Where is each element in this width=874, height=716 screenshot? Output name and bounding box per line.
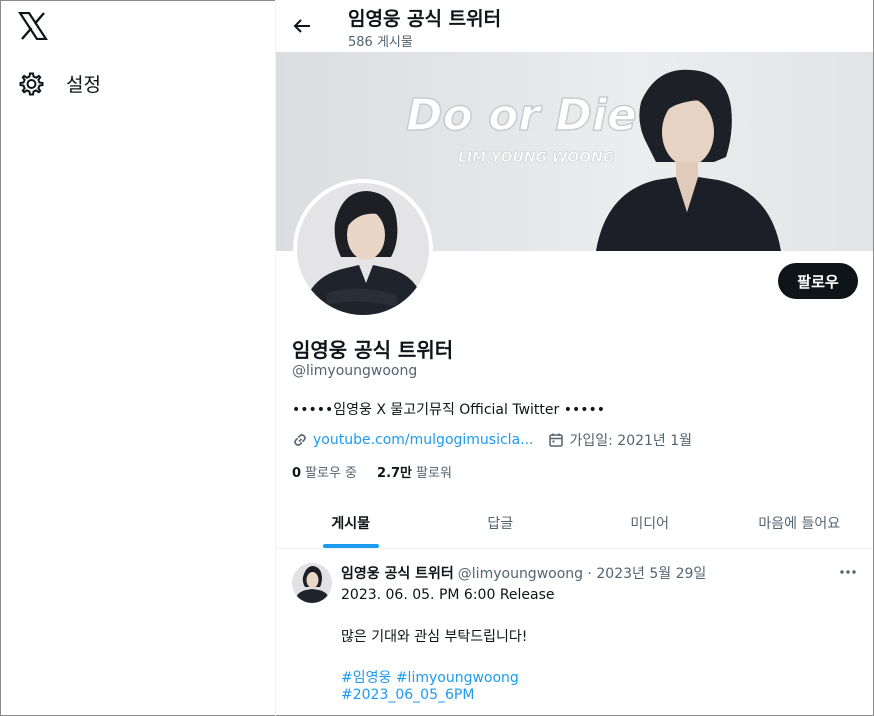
following-count: 0	[292, 466, 302, 481]
profile-website-link[interactable]: youtube.com/mulgogimusicla...	[313, 432, 534, 448]
profile-handle: @limyoungwoong	[292, 363, 418, 379]
post-author-avatar[interactable]	[292, 563, 332, 603]
post-hashtag-link[interactable]: #2023_06_05_6PM	[341, 687, 474, 703]
post-count: 586 게시물	[348, 35, 413, 50]
tab-label: 미디어	[630, 515, 670, 532]
left-navigation: 설정	[0, 0, 275, 716]
banner-photo	[596, 69, 781, 251]
post-item[interactable]: 임영웅 공식 트위터 @limyoungwoong · 2023년 5월 29일…	[276, 550, 873, 716]
profile-name: 임영웅 공식 트위터	[292, 338, 454, 362]
tab-label: 게시물	[331, 515, 371, 532]
profile-column: 임영웅 공식 트위터 586 게시물 Do or Die LIM YOUNG W…	[275, 0, 873, 716]
page-title: 임영웅 공식 트위터	[348, 8, 502, 30]
profile-header: 임영웅 공식 트위터 586 게시물	[276, 0, 873, 52]
tab-media[interactable]: 미디어	[575, 497, 725, 548]
x-logo-icon[interactable]	[18, 12, 48, 40]
follow-button[interactable]: 팔로우	[778, 263, 858, 299]
tab-posts[interactable]: 게시물	[276, 497, 426, 548]
followers-count: 2.7만	[377, 466, 413, 481]
post-hashtags[interactable]: #임영웅 #limyoungwoong	[341, 667, 519, 687]
nav-settings[interactable]: 설정	[18, 70, 101, 97]
followers-link[interactable]: 2.7만 팔로워	[377, 462, 452, 481]
profile-bio: •••••임영웅 X 물고기뮤직 Official Twitter •••••	[292, 402, 605, 418]
post-header: 임영웅 공식 트위터 @limyoungwoong · 2023년 5월 29일	[341, 563, 706, 583]
join-date: 가입일: 2021년 1월	[569, 433, 693, 449]
active-tab-indicator	[322, 544, 379, 548]
more-icon[interactable]	[838, 564, 858, 580]
following-label: 팔로우 중	[305, 466, 358, 481]
nav-settings-label: 설정	[66, 74, 101, 96]
follow-counts: 0 팔로우 중 2.7만 팔로워	[292, 462, 452, 481]
post-text-line: 많은 기대와 관심 부탁드립니다!	[341, 629, 528, 645]
back-arrow-icon[interactable]	[290, 14, 314, 38]
calendar-icon	[548, 433, 563, 447]
profile-meta: youtube.com/mulgogimusicla... 가입일: 2021년…	[292, 430, 692, 450]
tab-likes[interactable]: 마음에 들어요	[725, 497, 874, 548]
post-author-meta: @limyoungwoong · 2023년 5월 29일	[457, 566, 707, 582]
tab-replies[interactable]: 답글	[426, 497, 576, 548]
post-author-name[interactable]: 임영웅 공식 트위터	[341, 563, 454, 583]
avatar-photo	[297, 183, 429, 315]
tab-label: 마음에 들어요	[758, 515, 841, 532]
post-text-line: 2023. 06. 05. PM 6:00 Release	[341, 587, 555, 603]
link-icon	[294, 434, 306, 446]
profile-tabs: 게시물 답글 미디어 마음에 들어요	[276, 497, 873, 549]
following-link[interactable]: 0 팔로우 중	[292, 462, 357, 481]
post-avatar-photo	[292, 563, 332, 603]
tab-label: 답글	[487, 515, 514, 532]
profile-avatar[interactable]	[293, 179, 433, 319]
followers-label: 팔로워	[416, 466, 452, 481]
gear-icon	[19, 72, 44, 95]
